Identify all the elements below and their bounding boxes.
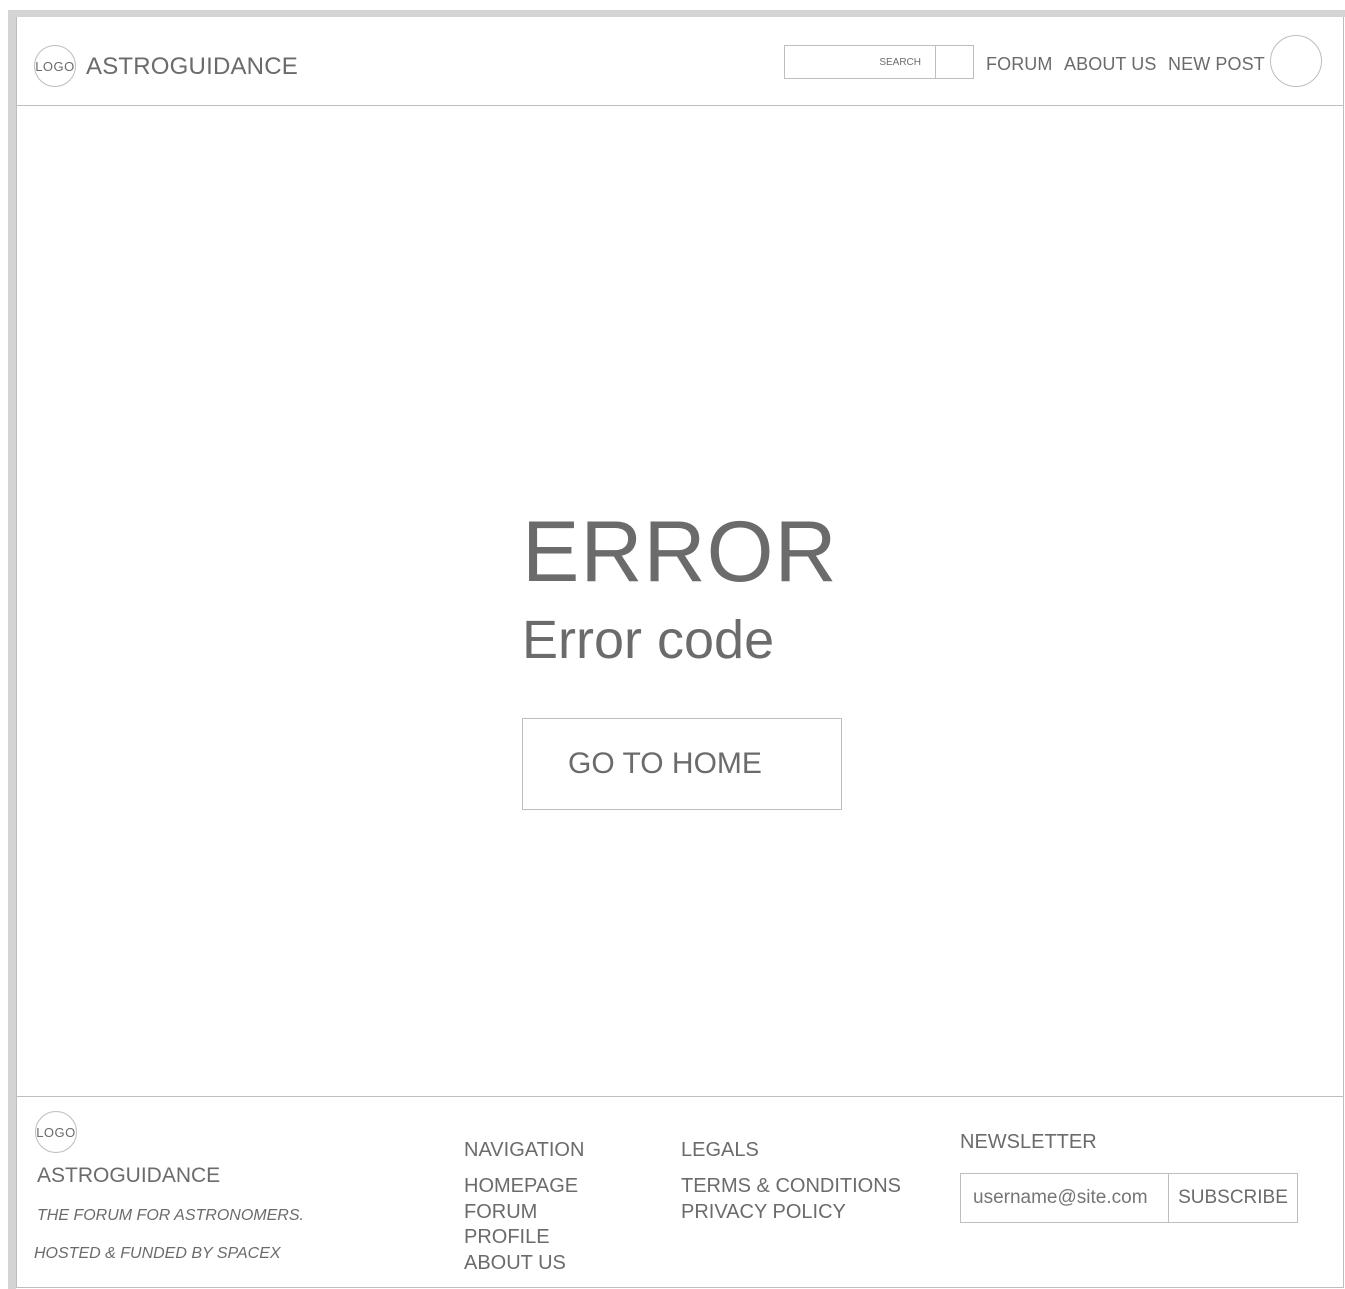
footer-link-about-us[interactable]: ABOUT US	[464, 1251, 578, 1277]
error-code-text: Error code	[522, 610, 775, 670]
footer-legals-list: TERMS & CONDITIONS PRIVACY POLICY	[681, 1174, 901, 1225]
footer-navigation-list: HOMEPAGE FORUM PROFILE ABOUT US	[464, 1174, 578, 1276]
newsletter-form: SUBSCRIBE	[960, 1173, 1298, 1223]
footer-navigation-heading: NAVIGATION	[464, 1139, 585, 1161]
site-footer: LOGO ASTROGUIDANCE THE FORUM FOR ASTRONO…	[17, 1096, 1343, 1288]
footer-hosted-note: HOSTED & FUNDED BY SPACEX	[34, 1245, 281, 1262]
go-to-home-label: GO TO HOME	[568, 747, 762, 780]
footer-logo[interactable]: LOGO	[35, 1111, 77, 1153]
page: LOGO ASTROGUIDANCE FORUM ABOUT US NEW PO…	[16, 17, 1344, 1288]
footer-brand-name: ASTROGUIDANCE	[37, 1164, 221, 1187]
header-logo-text: LOGO	[35, 58, 75, 74]
search-input[interactable]	[785, 46, 935, 78]
footer-link-profile[interactable]: PROFILE	[464, 1225, 578, 1251]
nav-new-post-link[interactable]: NEW POST	[1168, 54, 1265, 75]
site-header: LOGO ASTROGUIDANCE FORUM ABOUT US NEW PO…	[17, 17, 1343, 106]
nav-about-us-link[interactable]: ABOUT US	[1064, 54, 1157, 75]
footer-link-forum[interactable]: FORUM	[464, 1200, 578, 1226]
footer-link-privacy[interactable]: PRIVACY POLICY	[681, 1200, 901, 1226]
footer-link-terms[interactable]: TERMS & CONDITIONS	[681, 1174, 901, 1200]
footer-tagline: THE FORUM FOR ASTRONOMERS.	[37, 1207, 304, 1224]
user-avatar[interactable]	[1270, 35, 1322, 87]
footer-link-homepage[interactable]: HOMEPAGE	[464, 1174, 578, 1200]
footer-logo-text: LOGO	[36, 1124, 76, 1140]
error-title: ERROR	[522, 504, 838, 600]
subscribe-button-label: SUBSCRIBE	[1178, 1187, 1288, 1208]
subscribe-button[interactable]: SUBSCRIBE	[1168, 1174, 1297, 1222]
go-to-home-button[interactable]: GO TO HOME	[522, 718, 842, 810]
nav-forum-link[interactable]: FORUM	[986, 54, 1053, 75]
search-bar	[784, 45, 974, 79]
newsletter-email-input[interactable]	[961, 1174, 1168, 1222]
search-button[interactable]	[935, 46, 973, 78]
footer-newsletter-heading: NEWSLETTER	[960, 1131, 1097, 1153]
header-logo[interactable]: LOGO	[34, 45, 76, 87]
footer-legals-heading: LEGALS	[681, 1139, 759, 1161]
header-brand-name[interactable]: ASTROGUIDANCE	[86, 53, 298, 81]
